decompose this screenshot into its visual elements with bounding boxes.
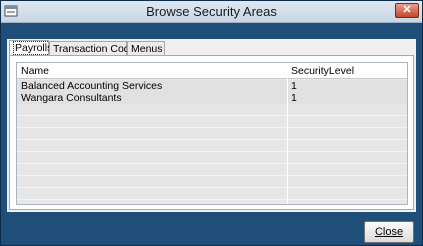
grid-header: Name SecurityLevel: [17, 63, 407, 79]
empty-row: [17, 116, 407, 128]
empty-row: [17, 128, 407, 140]
dialog-content: Payrolls Transaction Codes Menus Name Se…: [7, 39, 416, 212]
empty-row: [17, 164, 407, 176]
table-row[interactable]: Wangara Consultants 1: [17, 92, 407, 104]
column-header-name[interactable]: Name: [21, 65, 49, 77]
empty-row: [17, 188, 407, 200]
empty-row: [17, 140, 407, 152]
frame-top-band: [1, 23, 422, 39]
dialog-footer: Close: [1, 212, 422, 245]
security-areas-grid[interactable]: Name SecurityLevel Balanced Accounting S…: [16, 62, 408, 205]
tab-menus[interactable]: Menus: [127, 41, 165, 56]
title-bar: Browse Security Areas ✕: [1, 1, 422, 23]
table-row[interactable]: Balanced Accounting Services 1: [17, 80, 407, 92]
cell-security-level: 1: [291, 80, 297, 92]
cell-name: Wangara Consultants: [21, 92, 122, 104]
column-header-security-level[interactable]: SecurityLevel: [291, 65, 354, 77]
cell-name: Balanced Accounting Services: [21, 80, 163, 92]
close-button-label: Close: [374, 226, 404, 238]
column-divider: [287, 63, 288, 204]
cell-security-level: 1: [291, 92, 297, 104]
tab-transaction-codes[interactable]: Transaction Codes: [49, 41, 141, 56]
tab-panel-payrolls: Name SecurityLevel Balanced Accounting S…: [9, 55, 414, 210]
close-icon[interactable]: ✕: [395, 3, 419, 18]
empty-row: [17, 176, 407, 188]
browse-security-areas-window: Browse Security Areas ✕ Payrolls Transac…: [0, 0, 423, 246]
empty-row: [17, 104, 407, 116]
close-button[interactable]: Close: [364, 221, 414, 243]
empty-row: [17, 152, 407, 164]
window-title: Browse Security Areas: [146, 4, 277, 19]
